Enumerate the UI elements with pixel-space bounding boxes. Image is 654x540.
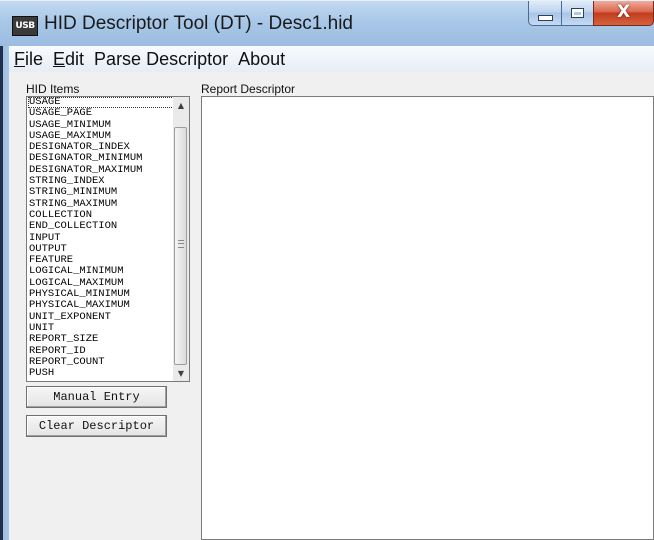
hid-list-item[interactable]: PHYSICAL_MAXIMUM (28, 300, 174, 312)
title-bar[interactable]: USB HID Descriptor Tool (DT) - Desc1.hid… (0, 0, 654, 46)
window-title: HID Descriptor Tool (DT) - Desc1.hid (44, 13, 354, 34)
scroll-up-arrow-icon[interactable]: ▲ (173, 97, 189, 113)
hid-list-item[interactable]: PUSH (28, 367, 174, 379)
window-frame-left (0, 46, 9, 540)
app-window: USB HID Descriptor Tool (DT) - Desc1.hid… (0, 0, 654, 540)
clear-descriptor-button[interactable]: Clear Descriptor (26, 415, 167, 437)
hid-list-item[interactable]: USAGE_PAGE (28, 107, 174, 119)
menu-about[interactable]: About (233, 49, 290, 70)
menu-edit[interactable]: Edit (48, 49, 89, 70)
hid-items-listbox[interactable]: USAGE USAGE_PAGE USAGE_MINIMUM USAGE_MAXIMU… (26, 96, 190, 382)
minimize-icon (537, 14, 553, 21)
hid-items-scrollbar[interactable]: ▲ ▼ (173, 97, 189, 381)
hid-list-item[interactable]: REPORT_SIZE (28, 333, 174, 345)
hid-list-item[interactable]: STRING_MINIMUM (28, 187, 174, 199)
report-descriptor-label: Report Descriptor (201, 82, 296, 96)
menu-parse-descriptor[interactable]: Parse Descriptor (89, 49, 233, 70)
hid-items-label: HID Items (26, 82, 80, 96)
manual-entry-button[interactable]: Manual Entry (26, 386, 167, 408)
menu-file[interactable]: File (9, 49, 48, 70)
hid-items-list: USAGE USAGE_PAGE USAGE_MINIMUM USAGE_MAXIMU… (28, 97, 174, 379)
close-button[interactable]: X (593, 0, 654, 26)
maximize-button[interactable] (561, 0, 594, 26)
hid-list-item[interactable]: END_COLLECTION (28, 220, 174, 232)
scroll-down-arrow-icon[interactable]: ▼ (173, 365, 189, 381)
minimize-button[interactable] (528, 0, 562, 26)
close-icon: X (616, 2, 631, 22)
maximize-icon (571, 7, 584, 18)
report-descriptor-area[interactable] (201, 96, 654, 540)
menu-bar: File Edit Parse Descriptor About (9, 46, 654, 72)
usb-app-icon[interactable]: USB (12, 16, 38, 36)
client-area: HID Items Report Descriptor USAGE USAGE_P… (9, 72, 654, 540)
scroll-thumb[interactable] (174, 127, 187, 365)
scroll-grip-icon (178, 240, 184, 248)
